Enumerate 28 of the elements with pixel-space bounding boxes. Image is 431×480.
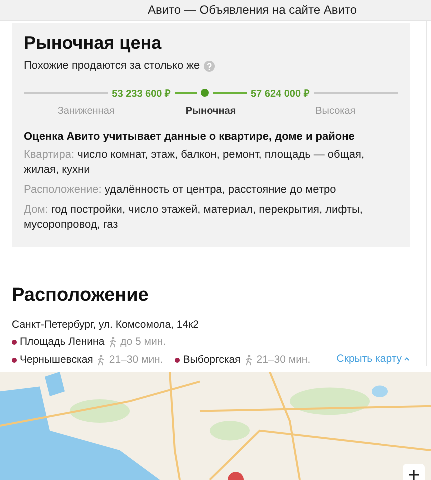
info-heading: Оценка Авито учитывает данные о квартире, доме и районе bbox=[24, 131, 356, 143]
walk-time: до 5 мин. bbox=[120, 336, 166, 348]
metro-station: Площадь Ленина bbox=[20, 336, 105, 348]
window-title: Авито — Объявления на сайте Авито bbox=[148, 3, 357, 17]
metro-station: Чернышевская bbox=[20, 354, 94, 366]
subtitle: Похожие продаются за столько же bbox=[24, 60, 200, 72]
price-level-label: Рыночная bbox=[184, 106, 238, 117]
price-level-label: Высокая bbox=[314, 106, 357, 117]
caret-icon bbox=[404, 357, 410, 361]
walk-time: 21–30 мин. bbox=[256, 354, 311, 366]
section-heading: Рыночная цена bbox=[24, 33, 163, 54]
zoom-in-button[interactable] bbox=[403, 464, 425, 480]
walk-time: 21–30 мин. bbox=[109, 354, 164, 366]
walking-person-icon bbox=[244, 354, 254, 366]
metro-station: Выборгская bbox=[183, 354, 241, 366]
price-level-label: Заниженная bbox=[56, 106, 116, 117]
hide-map-link[interactable]: Скрыть карту bbox=[336, 353, 410, 365]
walking-person-icon bbox=[108, 336, 118, 348]
price-low: 53 233 600 ₽ bbox=[112, 88, 171, 100]
market-position-dot bbox=[201, 89, 209, 97]
factor-text: Расположение: удалённость от центра, расстояние до метро bbox=[24, 183, 338, 198]
price-high: 57 624 000 ₽ bbox=[251, 88, 310, 100]
walking-person-icon bbox=[96, 354, 106, 366]
section-heading: Расположение bbox=[12, 285, 150, 307]
factor-text: Квартира: число комнат, этаж, балкон, ремонт, площадь — общая, жилая, кухни bbox=[24, 148, 366, 178]
address: Санкт-Петербург, ул. Комсомола, 14к2 bbox=[12, 319, 200, 331]
factor-text: Дом: год постройки, число этажей, материал, перекрытия, лифты, мусоропровод, газ bbox=[24, 203, 364, 233]
plus-icon bbox=[409, 470, 419, 480]
